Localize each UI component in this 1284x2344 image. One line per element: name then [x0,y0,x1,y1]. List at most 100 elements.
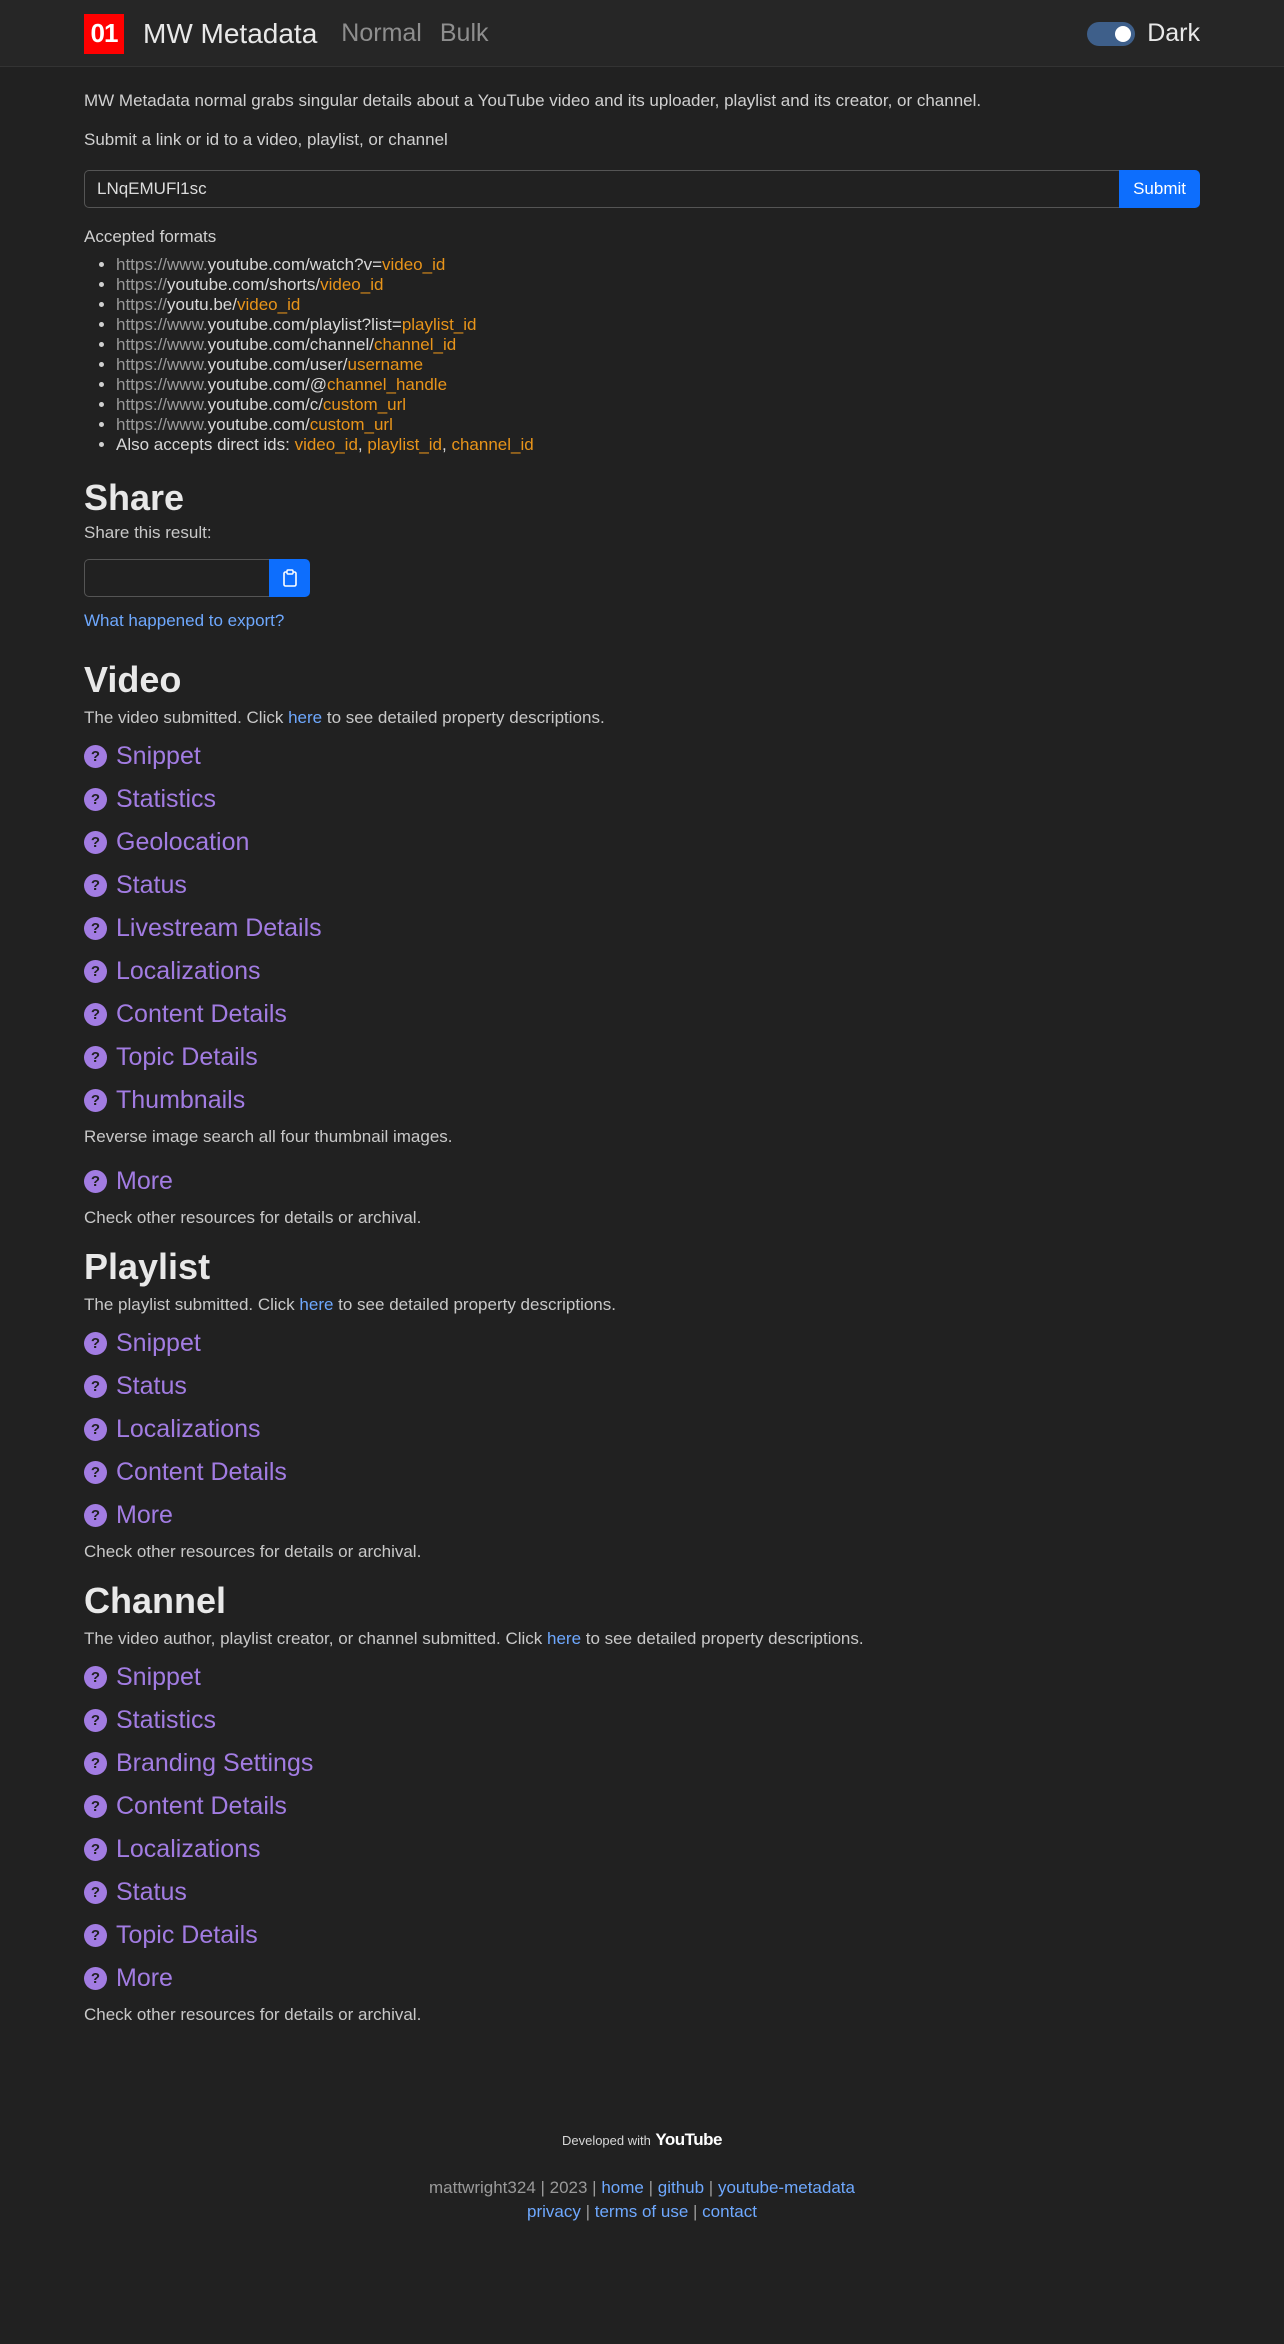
footer-link-home[interactable]: home [601,2178,644,2197]
video-item-thumbnails[interactable]: ? Thumbnails [84,1079,1200,1122]
help-icon: ? [84,1967,107,1990]
share-subtitle: Share this result: [84,523,212,542]
channel-item-more[interactable]: ? More [84,1957,1200,2000]
channel-item-topic-details[interactable]: ? Topic Details [84,1914,1200,1957]
playlist-item-localizations[interactable]: ? Localizations [84,1408,1200,1451]
dark-mode-toggle[interactable] [1087,21,1136,46]
format-part: playlist_id [401,315,477,334]
format-part: https://www. [116,355,208,374]
help-icon: ? [84,1003,107,1026]
help-icon: ? [84,1709,107,1732]
url-input[interactable] [84,170,1120,208]
format-part: https://www. [116,415,208,434]
video-item-label: Status [116,871,187,899]
video-item-label: Localizations [116,957,261,985]
video-item-geolocation[interactable]: ? Geolocation [84,821,1200,864]
nav-normal-link[interactable]: Normal [341,19,422,48]
video-item-label: Content Details [116,1000,287,1028]
channel-item-snippet[interactable]: ? Snippet [84,1656,1200,1699]
format-part: youtube.com/@ [207,375,327,394]
video-item-more[interactable]: ? More [84,1160,1200,1203]
channel-desc-link[interactable]: here [547,1629,581,1648]
channel-desc-text-end: to see detailed property descriptions. [581,1629,864,1648]
footer-link-github[interactable]: github [658,2178,704,2197]
channel-description: The video author, playlist creator, or c… [84,1629,1200,1649]
help-icon: ? [84,960,107,983]
video-item-snippet[interactable]: ? Snippet [84,735,1200,778]
help-icon: ? [84,1461,107,1484]
playlist-desc-link[interactable]: here [299,1295,333,1314]
channel-item-label: Localizations [116,1835,261,1863]
video-heading: Video [84,659,182,700]
format-part: https://www. [116,375,208,394]
share-heading: Share [84,477,185,518]
footer-link-contact[interactable]: contact [702,2202,757,2221]
format-part: video_id [382,255,446,274]
export-info-link[interactable]: What happened to export? [84,611,1200,631]
channel-item-branding-settings[interactable]: ? Branding Settings [84,1742,1200,1785]
navbar: 01 MW Metadata Normal Bulk Dark [0,0,1284,67]
playlist-item-label: Status [116,1372,187,1400]
video-item-topic-details[interactable]: ? Topic Details [84,1036,1200,1079]
video-description: The video submitted. Click here to see d… [84,708,1200,728]
video-item-livestream-details[interactable]: ? Livestream Details [84,907,1200,950]
channel-item-statistics[interactable]: ? Statistics [84,1699,1200,1742]
format-part: Also accepts direct ids: [116,435,295,454]
format-part: , [357,435,368,454]
share-link-input[interactable] [84,559,269,597]
format-item: https://www.youtube.com/channel/channel_… [116,335,1200,355]
playlist-desc-text: The playlist submitted. Click [84,1295,300,1314]
brand-title[interactable]: MW Metadata [143,18,317,50]
channel-item-content-details[interactable]: ? Content Details [84,1785,1200,1828]
video-item-localizations[interactable]: ? Localizations [84,950,1200,993]
developed-with-text: Developed with [561,2133,651,2148]
submit-row: Submit [84,170,1200,208]
footer-link-repo[interactable]: youtube-metadata [718,2178,855,2197]
main-content: MW Metadata normal grabs singular detail… [84,67,1200,2025]
playlist-sections: ? Snippet? Status? Localizations? Content De… [84,1322,1200,1537]
format-part: username [347,355,424,374]
playlist-item-snippet[interactable]: ? Snippet [84,1322,1200,1365]
format-part: video_id [294,435,358,454]
channel-item-status[interactable]: ? Status [84,1871,1200,1914]
help-icon: ? [84,1752,107,1775]
developed-with-badge[interactable]: Developed with YouTube [0,2130,1284,2150]
video-desc-text: The video submitted. Click [84,708,289,727]
format-item: https://www.youtube.com/playlist?list=pl… [116,315,1200,335]
app-logo[interactable]: 01 [84,13,124,54]
playlist-item-more[interactable]: ? More [84,1494,1200,1537]
toggle-knob [1115,25,1132,42]
thumbnail-note: Reverse image search all four thumbnail … [84,1127,453,1146]
help-icon: ? [84,1924,107,1947]
video-desc-link[interactable]: here [288,708,322,727]
channel-sections: ? Snippet? Statistics ? Branding Settings? Co… [84,1656,1200,2000]
format-part: https://www. [116,315,208,334]
playlist-item-status[interactable]: ? Status [84,1365,1200,1408]
format-part: youtube.com/playlist?list= [207,315,402,334]
clipboard-icon [282,569,297,587]
video-item-label: Topic Details [116,1043,258,1071]
playlist-item-label: Localizations [116,1415,261,1443]
nav-bulk-link[interactable]: Bulk [440,19,489,48]
submit-button[interactable]: Submit [1119,170,1200,208]
help-icon: ? [84,1170,107,1193]
video-item-content-details[interactable]: ? Content Details [84,993,1200,1036]
format-part: video_id [236,295,301,314]
format-item: https://www.youtube.com/custom_url [116,415,1200,435]
video-item-statistics[interactable]: ? Statistics [84,778,1200,821]
format-part: playlist_id [367,435,443,454]
copy-button[interactable] [269,559,310,597]
footer-link-privacy[interactable]: privacy [527,2202,581,2221]
format-part: youtube.com/c/ [207,395,323,414]
channel-item-label: Statistics [116,1706,217,1734]
playlist-description: The playlist submitted. Click here to se… [84,1295,1200,1315]
footer-link-terms[interactable]: terms of use [595,2202,689,2221]
video-item-status[interactable]: ? Status [84,864,1200,907]
format-part: video_id [320,275,384,294]
channel-item-localizations[interactable]: ? Localizations [84,1828,1200,1871]
format-part: custom_url [309,415,393,434]
channel-more-note: Check other resources for details or arc… [84,2005,422,2024]
format-item: https://www.youtube.com/user/username [116,355,1200,375]
playlist-item-content-details[interactable]: ? Content Details [84,1451,1200,1494]
help-icon: ? [84,874,107,897]
